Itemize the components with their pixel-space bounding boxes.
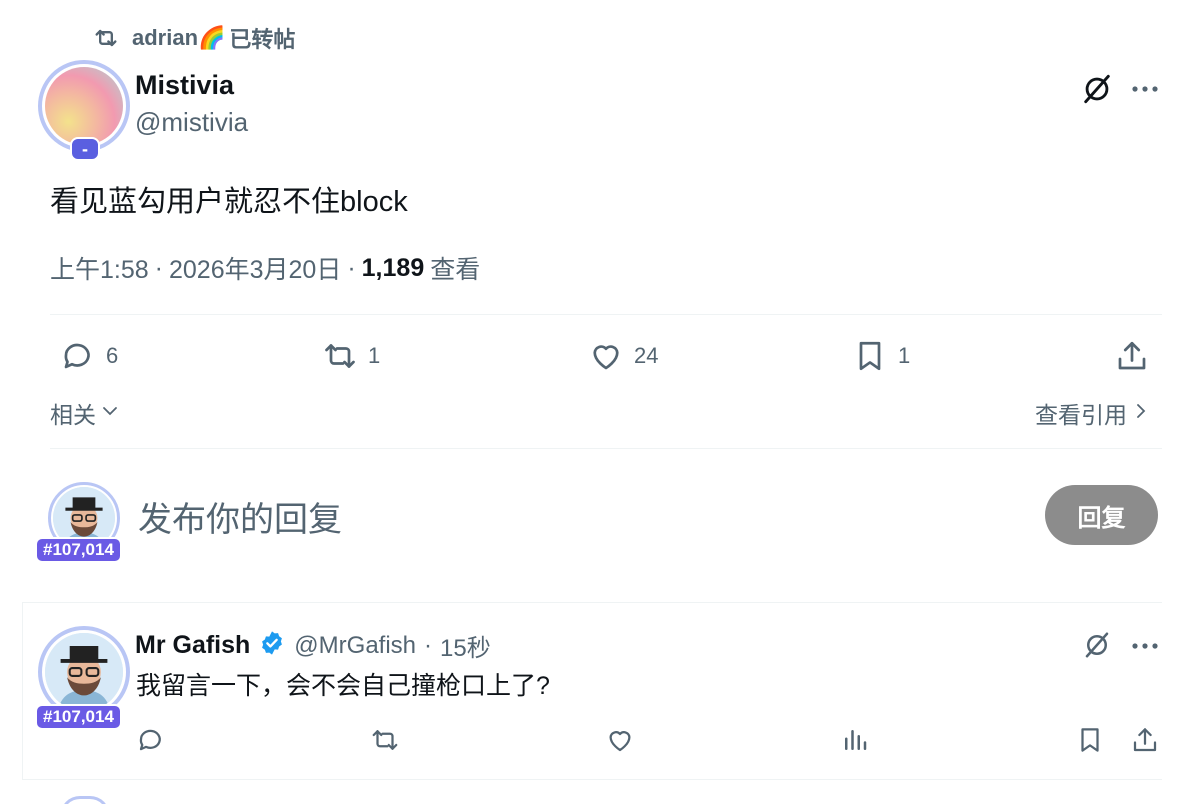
repost-icon (370, 730, 400, 759)
post-meta: 上午1:58 · 2026年3月20日 · 1,189 查看 (50, 250, 480, 286)
like-count: 24 (634, 343, 659, 368)
share-icon (1130, 728, 1160, 759)
repost-action-text: 已转帖 (229, 27, 296, 52)
meta-dot: · (347, 253, 356, 282)
like-action[interactable]: 24 (588, 338, 658, 374)
share-icon (1114, 338, 1150, 374)
next-item-avatar-peek (60, 796, 110, 804)
reply-count: 6 (106, 343, 119, 368)
comment-bookmark-action[interactable] (1075, 725, 1105, 760)
bookmark-icon (1075, 728, 1105, 759)
author-handle[interactable]: @mistivia (135, 107, 248, 138)
view-quotes-label: 查看引用 (1035, 402, 1127, 428)
bookmark-count: 1 (898, 343, 911, 368)
view-quotes-link[interactable]: 查看引用 (1035, 396, 1151, 430)
reply-button[interactable]: 回复 (1045, 485, 1158, 545)
like-icon (605, 731, 635, 759)
reply-icon (60, 338, 96, 374)
divider (50, 314, 1162, 315)
comment-share-action[interactable] (1130, 725, 1160, 760)
related-label: 相关 (50, 402, 96, 428)
chevron-right-icon (1131, 400, 1151, 427)
verified-icon (258, 629, 286, 662)
repost-action[interactable]: 1 (322, 338, 380, 374)
more-icon[interactable] (1130, 76, 1160, 102)
author-name[interactable]: Mistivia (135, 70, 234, 101)
reply-action[interactable]: 6 (60, 338, 118, 374)
avatar-badge: - (70, 137, 100, 161)
comment-author-handle[interactable]: @MrGafish (294, 632, 416, 660)
repost-user[interactable]: adrian🌈 (132, 25, 225, 51)
avatar-image (45, 67, 123, 145)
reply-input[interactable]: 发布你的回复 (138, 492, 342, 541)
post-date[interactable]: 2026年3月20日 (169, 250, 341, 286)
repost-count: 1 (368, 343, 381, 368)
related-toggle[interactable]: 相关 (50, 396, 120, 430)
comment-text: 我留言一下，会不会自己撞枪口上了? (136, 672, 550, 700)
avatar-image (45, 633, 123, 711)
share-action[interactable] (1114, 338, 1150, 374)
post-text: 看见蓝勾用户就忍不住block (50, 186, 408, 218)
grok-slash-icon[interactable] (1082, 630, 1112, 660)
comment-views-action[interactable] (840, 725, 870, 760)
repost-banner[interactable]: adrian🌈 已转帖 (92, 24, 295, 52)
bookmark-action[interactable]: 1 (852, 338, 910, 374)
views-count: 1,189 (361, 253, 425, 282)
repost-icon (322, 338, 358, 374)
comment-like-action[interactable] (605, 725, 635, 760)
comment-repost-action[interactable] (370, 725, 400, 760)
views-label: 查看 (430, 256, 481, 284)
comment-user-tag: #107,014 (35, 704, 122, 730)
repost-icon (92, 24, 120, 52)
comment-reply-action[interactable] (136, 725, 166, 760)
post-time[interactable]: 上午1:58 (50, 250, 149, 286)
grok-slash-icon[interactable] (1080, 72, 1114, 106)
views-chart-icon (840, 730, 870, 759)
reply-icon (136, 729, 166, 759)
like-icon (588, 338, 624, 374)
more-icon[interactable] (1130, 633, 1160, 659)
comment-author-name[interactable]: Mr Gafish (135, 631, 250, 660)
bookmark-icon (852, 338, 888, 374)
comment-header: Mr Gafish @MrGafish · 15秒 (135, 628, 491, 663)
meta-dot: · (424, 631, 433, 659)
comment-time[interactable]: 15秒 (440, 628, 491, 663)
meta-dot: · (154, 253, 163, 282)
composer-user-tag: #107,014 (35, 537, 122, 563)
divider (50, 448, 1162, 449)
chevron-down-icon (100, 400, 120, 427)
